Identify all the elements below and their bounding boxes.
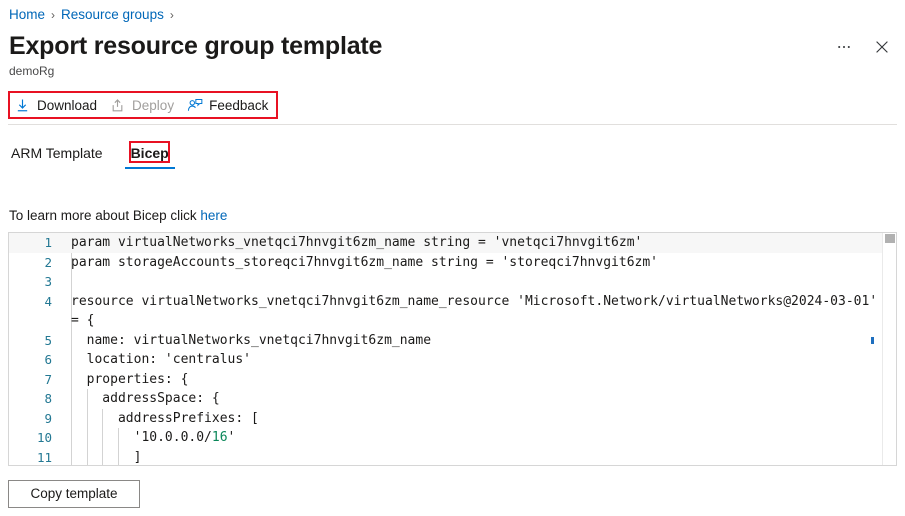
indent-guide <box>71 330 72 350</box>
line-number: 10 <box>36 430 52 445</box>
code-line-text: addressPrefixes: [ <box>61 408 896 428</box>
upload-icon <box>109 97 126 114</box>
code-line: 11 ] <box>9 447 896 465</box>
code-line-text: location: 'centralus' <box>61 350 896 370</box>
indent-guide <box>71 428 72 448</box>
code-text: = { <box>71 313 95 328</box>
breadcrumb-item-resource-groups[interactable]: Resource groups <box>61 6 164 24</box>
indent-guide <box>71 408 72 428</box>
indent-guide <box>102 408 104 428</box>
download-button[interactable]: Download <box>10 93 105 117</box>
page-title: Export resource group template <box>9 32 383 60</box>
line-number: 9 <box>44 410 52 426</box>
line-number: 6 <box>44 352 52 367</box>
code-lines: 1 param virtualNetworks_vnetqci7hnvgit6zm… <box>9 233 896 465</box>
commandbar-divider <box>8 124 897 125</box>
ellipsis-icon <box>838 45 850 49</box>
learn-more-text: To learn more about Bicep click here <box>9 207 227 225</box>
header-actions <box>831 34 895 60</box>
code-line: 6 location: 'centralus' <box>9 350 896 370</box>
breadcrumb-item-home[interactable]: Home <box>9 6 45 24</box>
indent-guide <box>71 447 72 465</box>
code-line: 8 addressSpace: { <box>9 389 896 409</box>
indent-guide <box>117 447 119 465</box>
code-line: 10 '10.0.0.0/16' <box>9 428 896 448</box>
page-subtitle: demoRg <box>9 64 55 78</box>
download-label: Download <box>37 97 98 113</box>
code-line: 7 properties: { <box>9 369 896 389</box>
line-number: 3 <box>44 274 52 289</box>
minimap-marker <box>871 337 874 344</box>
breadcrumb-separator-icon-2: › <box>169 8 174 22</box>
code-line: 2 param storageAccounts_storeqci7hnvgit6z… <box>9 253 896 273</box>
code-line-text: properties: { <box>61 369 896 389</box>
code-line: 9 addressPrefixes: [ <box>9 408 896 428</box>
line-number: 11 <box>36 449 52 465</box>
code-line-text: ] <box>61 447 896 465</box>
line-number: 4 <box>44 293 52 309</box>
line-number: 1 <box>44 235 52 250</box>
code-line: 4 resource virtualNetworks_vnetqci7hnvgit… <box>9 292 896 312</box>
indent-guide <box>71 389 72 409</box>
indent-guide <box>71 369 72 389</box>
code-line-text: addressSpace: { <box>61 389 896 409</box>
editor-scrollbar-thumb[interactable] <box>885 234 895 243</box>
code-line: 3 <box>9 272 896 292</box>
learn-more-link[interactable]: here <box>200 208 227 223</box>
code-line-text: param virtualNetworks_vnetqci7hnvgit6zm_… <box>61 233 896 253</box>
indent-guide <box>86 447 88 465</box>
tab-arm-template-label: ARM Template <box>11 145 103 161</box>
breadcrumb: Home › Resource groups › <box>9 6 180 24</box>
code-line-text: '10.0.0.0/16' <box>61 428 896 448</box>
indent-guide <box>102 447 104 465</box>
line-number: 8 <box>44 391 52 406</box>
deploy-label: Deploy <box>132 97 175 113</box>
editor-vertical-scrollbar[interactable] <box>882 233 896 465</box>
code-line: = { <box>9 311 896 331</box>
indent-guide <box>117 428 119 448</box>
code-text: param virtualNetworks_vnetqci7hnvgit6zm_… <box>71 235 643 250</box>
indent-guide <box>86 428 88 448</box>
code-editor-content: 1 param virtualNetworks_vnetqci7hnvgit6zm… <box>9 233 896 465</box>
code-text: addressSpace: { <box>71 391 220 406</box>
code-text: location: 'centralus' <box>71 352 252 367</box>
commandbar: Download Deploy Feedback <box>10 93 276 117</box>
indent-guide <box>102 428 104 448</box>
code-line-text: = { <box>61 311 896 331</box>
download-icon <box>14 97 31 114</box>
breadcrumb-separator-icon: › <box>51 8 56 22</box>
code-text: param storageAccounts_storeqci7hnvgit6zm… <box>71 254 658 270</box>
indent-guide <box>86 389 88 409</box>
code-text: properties: { <box>71 371 189 387</box>
feedback-button[interactable]: Feedback <box>182 93 276 117</box>
code-text: resource virtualNetworks_vnetqci7hnvgit6… <box>71 293 878 309</box>
learn-more-prefix: To learn more about Bicep click <box>9 208 201 223</box>
code-text: name: virtualNetworks_vnetqci7hnvgit6zm_… <box>71 332 432 348</box>
feedback-label: Feedback <box>209 97 269 113</box>
code-line: 1 param virtualNetworks_vnetqci7hnvgit6zm… <box>9 233 896 253</box>
person-feedback-icon <box>186 97 203 114</box>
line-number: 2 <box>44 254 52 270</box>
deploy-button[interactable]: Deploy <box>105 93 182 117</box>
bicep-tab-highlight-box <box>129 141 170 163</box>
more-options-button[interactable] <box>831 34 857 60</box>
code-line: 5 name: virtualNetworks_vnetqci7hnvgit6z… <box>9 330 896 350</box>
close-button[interactable] <box>869 34 895 60</box>
code-text: ] <box>71 449 142 465</box>
code-editor[interactable]: 1 param virtualNetworks_vnetqci7hnvgit6zm… <box>8 232 897 466</box>
code-text: addressPrefixes: [ <box>71 410 259 426</box>
line-number: 7 <box>44 371 52 387</box>
tab-arm-template[interactable]: ARM Template <box>9 143 117 169</box>
indent-guide <box>71 350 72 370</box>
indent-guide <box>86 408 88 428</box>
code-line-text: resource virtualNetworks_vnetqci7hnvgit6… <box>61 292 896 312</box>
close-icon <box>876 41 888 53</box>
code-text: '10.0.0.0/16' <box>71 430 236 445</box>
line-number: 5 <box>44 332 52 348</box>
copy-template-button[interactable]: Copy template <box>8 480 140 508</box>
tab-selected-underline <box>124 167 175 169</box>
code-line-text: param storageAccounts_storeqci7hnvgit6zm… <box>61 253 896 273</box>
code-line-text: name: virtualNetworks_vnetqci7hnvgit6zm_… <box>61 330 896 350</box>
